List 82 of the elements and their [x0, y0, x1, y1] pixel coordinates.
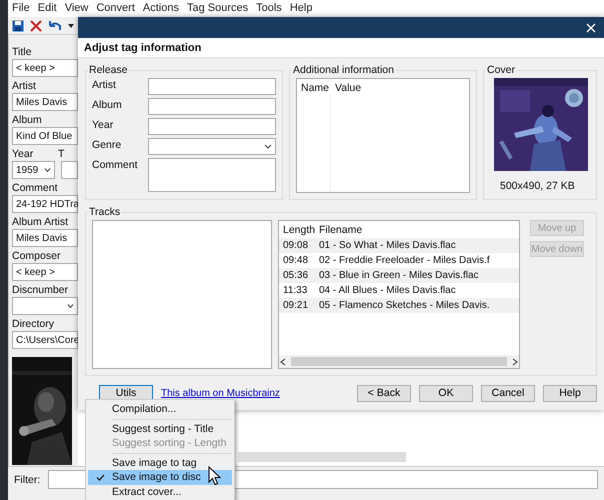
menu-item[interactable]: Edit: [38, 2, 57, 14]
group-title: Cover: [486, 64, 516, 76]
menu-item[interactable]: Compilation...: [88, 402, 232, 416]
caret-down-icon[interactable]: [68, 24, 74, 28]
table-cell-text: 11:33: [282, 285, 308, 296]
input-field[interactable]: Kind Of Blue: [12, 127, 78, 145]
menu-item[interactable]: Actions: [142, 2, 179, 14]
menu-item[interactable]: Tools: [256, 2, 282, 14]
filter-label: Filter:: [14, 472, 40, 486]
group-title: Tracks: [88, 206, 122, 218]
dialog-button[interactable]: < Back: [357, 384, 411, 402]
table-cell-text: 09:08: [282, 240, 310, 251]
field-label: Genre: [92, 138, 122, 152]
menu-item[interactable]: Convert: [96, 2, 135, 14]
genre-dropdown[interactable]: [148, 138, 276, 155]
field-label: Directory: [12, 317, 56, 331]
scrollbar[interactable]: [238, 452, 406, 462]
table-cell-text: 09:21: [282, 300, 310, 311]
close-icon[interactable]: [30, 20, 42, 32]
group-title: Additional information: [292, 64, 395, 76]
year-dropdown[interactable]: 1959: [12, 161, 55, 179]
column-header[interactable]: Length: [279, 224, 315, 236]
column-header[interactable]: Filename: [315, 224, 475, 236]
field-label: Discnumber: [12, 283, 70, 297]
field-label: Comment: [92, 158, 139, 172]
menu-item[interactable]: Help: [290, 2, 312, 14]
chevron-down-icon: [44, 168, 51, 172]
menu-item[interactable]: Suggest sorting - Title: [88, 422, 232, 436]
table-cell-text: 09:48: [282, 255, 310, 266]
table-cell-text: 05 - Flamenco Sketches - Miles Davis.: [318, 300, 490, 311]
dialog-button[interactable]: OK: [419, 384, 473, 402]
table-cell-text: 02 - Freddie Freeloader - Miles Davis.f: [318, 255, 490, 266]
input-field[interactable]: < keep >: [12, 263, 78, 281]
dialog-title: Adjust tag information: [84, 42, 202, 54]
dialog-button[interactable]: Help: [543, 384, 597, 402]
field-label: Composer: [12, 249, 62, 263]
group-title: Release: [88, 64, 129, 76]
input-field[interactable]: [60, 161, 78, 179]
menu-item[interactable]: View: [64, 2, 88, 14]
field-label: Album Artist: [12, 215, 70, 229]
field-label: Album: [12, 113, 43, 127]
input-field[interactable]: [148, 78, 276, 95]
field-label: Title: [12, 45, 32, 59]
column-header[interactable]: Value: [331, 82, 451, 94]
chevron-down-icon: [67, 304, 74, 308]
menu-item[interactable]: Save image to tag: [88, 456, 232, 470]
field-label: Year: [12, 147, 34, 161]
menu-item[interactable]: Extract cover...: [88, 484, 232, 499]
input-field[interactable]: 24-192 HDTra: [12, 195, 78, 213]
field-label: Artist: [92, 78, 117, 92]
chevron-down-icon: [264, 144, 272, 149]
table-cell-text: 03 - Blue in Green - Miles Davis.flac: [318, 270, 479, 281]
field-label: Artist: [12, 79, 37, 93]
input-field[interactable]: Miles Davis: [12, 93, 78, 111]
chevron-right-icon[interactable]: [511, 358, 519, 366]
input-field[interactable]: C:\Users\Core: [12, 331, 78, 349]
scrollbar-thumb[interactable]: [291, 357, 507, 366]
menu-item[interactable]: File: [12, 2, 30, 14]
table-cell-text: 05:36: [282, 270, 310, 281]
column-header[interactable]: Name: [297, 82, 331, 94]
field-label: Comment: [12, 181, 59, 195]
field-label: Album: [92, 98, 123, 112]
input-field[interactable]: [148, 158, 276, 192]
table-cell-text: 01 - So What - Miles Davis.flac: [318, 240, 456, 251]
musicbrainz-link[interactable]: This album on Musicbrainz: [161, 388, 280, 398]
dialog-button[interactable]: Cancel: [481, 384, 535, 402]
menu-item[interactable]: Save image to disc: [88, 470, 232, 484]
field-label: Year: [92, 118, 114, 132]
table-cell-text: 04 - All Blues - Miles Davis.flac: [318, 285, 456, 296]
input-field[interactable]: Miles Davis: [12, 229, 78, 247]
discnumber-dropdown[interactable]: [12, 297, 78, 315]
check-icon: [96, 474, 104, 481]
cover-info: 500x490, 27 KB: [500, 180, 576, 192]
field-label: T: [58, 147, 64, 161]
menu-item[interactable]: Tag Sources: [186, 2, 248, 14]
undo-icon[interactable]: [48, 20, 62, 32]
save-icon[interactable]: [12, 20, 24, 32]
chevron-left-icon[interactable]: [279, 358, 287, 366]
input-field[interactable]: [148, 98, 276, 115]
input-field[interactable]: [148, 118, 276, 135]
input-field[interactable]: < keep >: [12, 59, 78, 77]
cursor-icon: [208, 466, 221, 486]
